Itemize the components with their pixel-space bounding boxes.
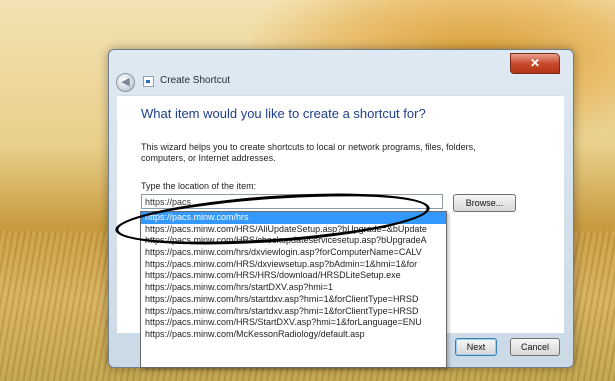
autocomplete-item[interactable]: https://pacs.minw.com/HRS/AliUpdateSetup… (141, 224, 446, 236)
autocomplete-item[interactable]: https://pacs.minw.com/hrs/dxviewlogin.as… (141, 247, 446, 259)
autocomplete-item[interactable]: https://pacs.minw.com/HRS/HRS/download/H… (141, 270, 446, 282)
autocomplete-item[interactable]: https://pacs.minw.com/hrs/startdxv.asp?h… (141, 294, 446, 306)
wizard-heading: What item would you like to create a sho… (141, 106, 426, 121)
window-title: Create Shortcut (160, 75, 231, 86)
autocomplete-item[interactable]: https://pacs.minw.com/HRS/checkupdateser… (141, 235, 446, 247)
location-input[interactable] (141, 194, 443, 209)
shortcut-wizard-icon (143, 76, 154, 87)
autocomplete-item[interactable]: https://pacs.minw.com/HRS/dxviewsetup.as… (141, 259, 446, 271)
autocomplete-item[interactable]: https://pacs.minw.com/hrs/startdxv.asp?h… (141, 306, 446, 318)
autocomplete-item[interactable]: https://pacs.minw.com/HRS/StartDXV.asp?h… (141, 317, 446, 329)
close-button[interactable]: ✕ (510, 53, 560, 74)
location-label: Type the location of the item: (141, 181, 257, 191)
autocomplete-item[interactable]: https://pacs.minw.com/McKessonRadiology/… (141, 329, 446, 341)
cancel-button[interactable]: Cancel (510, 338, 560, 356)
browse-button[interactable]: Browse... (453, 194, 516, 212)
autocomplete-item[interactable]: https://pacs.minw.com/hrs/startDXV.asp?h… (141, 282, 446, 294)
autocomplete-dropdown: https://pacs.minw.com/hrs https://pacs.mi… (140, 211, 447, 368)
wizard-description: This wizard helps you to create shortcut… (141, 142, 476, 163)
autocomplete-item[interactable]: https://pacs.minw.com/hrs (141, 212, 446, 224)
back-button[interactable]: ◀ (116, 73, 135, 92)
next-button[interactable]: Next (455, 338, 497, 356)
